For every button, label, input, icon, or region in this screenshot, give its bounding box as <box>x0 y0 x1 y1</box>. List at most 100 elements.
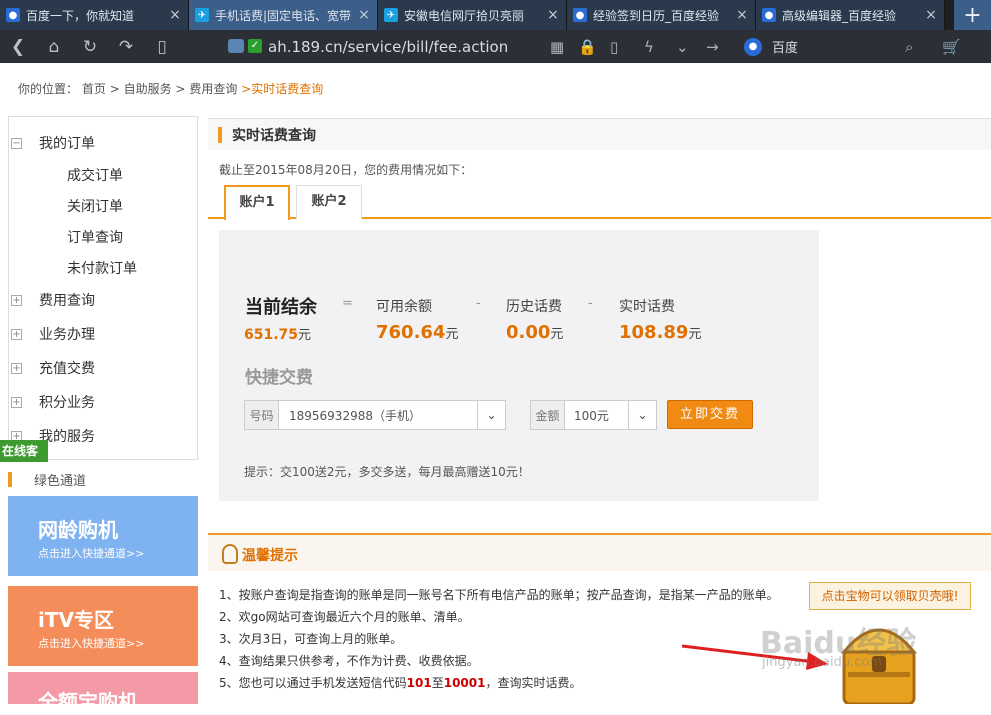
unit: 元 <box>688 327 702 342</box>
cart-icon[interactable]: 🛒 <box>942 30 961 63</box>
sidebar-subitem[interactable]: 关闭订单 <box>67 196 123 216</box>
browser-tab[interactable]: ● 经验签到日历_百度经验 × <box>567 0 756 30</box>
equals-sign: = <box>342 296 353 311</box>
promo-card-age-phone[interactable]: 网龄购机 点击进入快捷通道>> <box>8 496 198 576</box>
promo-card-itv[interactable]: iTV专区 点击进入快捷通道>> <box>8 586 198 666</box>
tab-title: 经验签到日历_百度经验 <box>593 8 720 23</box>
sms-code: 101 <box>406 676 432 690</box>
pay-now-button[interactable]: 立即交费 <box>667 400 753 429</box>
browser-tab[interactable]: ● 百度一下，你就知道 × <box>0 0 189 30</box>
minus-sign: - <box>476 296 481 311</box>
site-icon <box>228 39 244 53</box>
search-icon[interactable]: ⌕ <box>905 30 913 63</box>
tip-text: 至 <box>431 676 444 690</box>
breadcrumb-home[interactable]: 首页 <box>82 82 106 96</box>
phone-select[interactable]: 号码 18956932988（手机） ⌄ <box>244 400 506 430</box>
home-icon[interactable]: ⌂ <box>36 37 72 57</box>
browser-tab-active[interactable]: ✈ 手机话费|固定电话、宽带 × <box>189 0 378 30</box>
baidu-paw-icon: ● <box>744 37 762 56</box>
close-icon[interactable]: × <box>546 7 560 23</box>
promo-card-subtitle: 点击进入快捷通道>> <box>38 637 145 650</box>
expand-icon[interactable]: + <box>11 362 22 374</box>
sidebar-item-label: 业务办理 <box>39 327 95 343</box>
tip-line: 4、查询结果只供参考，不作为计费、收费依据。 <box>219 654 479 668</box>
book-icon[interactable]: ▯ <box>610 30 618 63</box>
history-number: 0.00 <box>506 322 551 343</box>
tip-line: 2、欢go网站可查询最近六个月的账单、清单。 <box>219 610 470 624</box>
tip-line: 5、您也可以通过手机发送短信代码101至10001，查询实时话费。 <box>219 674 581 691</box>
lightbulb-icon <box>222 544 238 564</box>
section-header: 实时话费查询 <box>208 118 991 150</box>
sidebar-subitem[interactable]: 未付款订单 <box>67 258 137 278</box>
sidebar-item-business[interactable]: + 业务办理 <box>11 324 95 344</box>
realtime-fee-label: 实时话费 <box>619 299 675 315</box>
amount-select[interactable]: 金额 100元 ⌄ <box>530 400 657 430</box>
promo-card-title: 全额宝购机 <box>38 690 138 714</box>
online-service-button[interactable]: 在线客服 <box>0 440 48 480</box>
qr-icon[interactable]: ▦ <box>550 30 564 63</box>
telecom-icon: ✈ <box>195 8 209 22</box>
breadcrumb-sep: > <box>109 82 120 96</box>
sidebar-item-label: 我的订单 <box>39 136 95 152</box>
sidebar-item-label: 积分业务 <box>39 395 95 411</box>
account-tabs: 账户1 账户2 <box>208 185 991 220</box>
expand-icon[interactable]: + <box>11 396 22 408</box>
close-icon[interactable]: × <box>168 7 182 23</box>
close-icon[interactable]: × <box>924 7 938 23</box>
collapse-icon[interactable]: − <box>11 137 22 149</box>
chevron-down-icon[interactable]: ⌄ <box>628 401 656 429</box>
browser-tab[interactable]: ● 高级编辑器_百度经验 × <box>756 0 945 30</box>
tip-line: 1、按账户查询是指查询的账单是同一账号名下所有电信产品的账单；按产品查询，是指某… <box>219 588 779 602</box>
back-icon[interactable]: ❮ <box>0 37 36 57</box>
tab-account-2[interactable]: 账户2 <box>296 185 362 219</box>
sidebar-item-label: 费用查询 <box>39 293 95 309</box>
treasure-badge[interactable]: 点击宝物可以领取贝壳哦! <box>809 582 971 610</box>
undo-icon[interactable]: ↷ <box>108 37 144 57</box>
history-fee-label: 历史话费 <box>506 299 562 315</box>
close-icon[interactable]: × <box>357 7 371 23</box>
search-engine-label: 百度 <box>772 41 799 56</box>
new-tab-button[interactable]: + <box>954 0 991 30</box>
phone-value: 18956932988（手机） <box>289 408 421 423</box>
refresh-icon[interactable]: ↻ <box>72 37 108 57</box>
tip-text: ，查询实时话费。 <box>485 676 582 690</box>
baidu-paw-icon: ● <box>6 8 20 22</box>
telecom-icon: ✈ <box>384 8 398 22</box>
browser-nav-bar: ❮ ⌂ ↻ ↷ ▯ ✓ ah.189.cn/service/bill/fee.a… <box>0 30 991 63</box>
header-accent-bar <box>218 127 222 143</box>
url-text[interactable]: ah.189.cn/service/bill/fee.action <box>268 38 508 56</box>
forward-arrow-icon[interactable]: → <box>706 30 719 63</box>
close-icon[interactable]: × <box>735 7 749 23</box>
sidebar-menu: − 我的订单 成交订单 关闭订单 订单查询 未付款订单 + 费用查询 + 业务办… <box>8 116 198 460</box>
browser-tab-bar: ● 百度一下，你就知道 × ✈ 手机话费|固定电话、宽带 × ✈ 安徽电信网厅拾… <box>0 0 991 30</box>
search-box[interactable]: ● 百度 <box>738 34 928 59</box>
realtime-number: 108.89 <box>619 322 689 343</box>
unit: 元 <box>298 328 312 343</box>
breadcrumb-self-service[interactable]: 自助服务 <box>124 82 172 96</box>
expand-icon[interactable]: + <box>11 294 22 306</box>
expand-icon[interactable]: + <box>11 328 22 340</box>
sidebar-item-recharge[interactable]: + 充值交费 <box>11 358 95 378</box>
breadcrumb-sep: > <box>175 82 186 96</box>
sidebar-subitem[interactable]: 订单查询 <box>67 227 123 247</box>
tab-title: 高级编辑器_百度经验 <box>782 8 897 23</box>
green-channel-heading: 绿色通道 <box>8 470 86 489</box>
chevron-down-icon[interactable]: ⌄ <box>477 401 505 429</box>
reading-mode-icon[interactable]: ▯ <box>144 37 180 57</box>
lightning-icon[interactable]: ϟ <box>644 30 654 63</box>
tip-line-partial <box>219 696 819 704</box>
tab-account-1[interactable]: 账户1 <box>224 185 290 220</box>
sidebar-subitem[interactable]: 成交订单 <box>67 165 123 185</box>
sidebar-item-points[interactable]: + 积分业务 <box>11 392 95 412</box>
sidebar-item-fee-query[interactable]: + 费用查询 <box>11 290 95 310</box>
minus-sign: - <box>588 296 593 311</box>
browser-tab[interactable]: ✈ 安徽电信网厅拾贝亮丽 × <box>378 0 567 30</box>
promo-card-full-phone[interactable]: 全额宝购机 <box>8 672 198 714</box>
chevron-down-icon[interactable]: ⌄ <box>676 30 689 63</box>
lock-icon: 🔒 <box>578 37 597 56</box>
baidu-paw-icon: ● <box>573 8 587 22</box>
breadcrumb-fee-query[interactable]: 费用查询 <box>189 82 237 96</box>
tip-line: 3、次月3日，可查询上月的账单。 <box>219 632 403 646</box>
sidebar-item-my-orders[interactable]: − 我的订单 <box>11 133 95 153</box>
tip-text: 5、您也可以通过手机发送短信代码 <box>219 676 407 690</box>
